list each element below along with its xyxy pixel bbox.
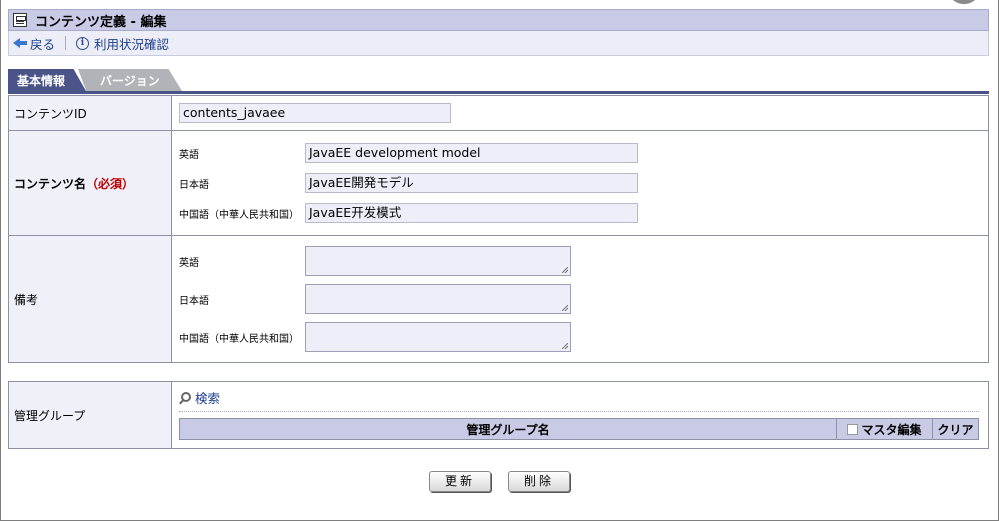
tab-bar: バージョン 基本情報 [8,69,989,91]
remarks-lang-english: 英語 [179,257,199,269]
back-arrow-icon [13,38,27,48]
remarks-label: 備考 [8,235,172,363]
document-icon [13,13,27,27]
tab-version[interactable]: バージョン [78,69,182,91]
toolbar-divider [65,36,67,50]
group-list-header: 管理グループ名 マスタ編集 クリア [179,418,979,440]
back-link[interactable]: 戻る [13,34,55,53]
group-search-link[interactable]: 検索 [179,383,987,411]
content-name-label: コンテンツ名 [14,176,87,191]
remarks-row-english: 英語 [179,242,987,280]
magnifier-icon [181,392,191,402]
remarks-row-chinese: 中国語（中華人民共和国） [179,318,987,356]
content-name-cell: 英語 JavaEE development model 日本語 JavaEE開発… [171,130,989,236]
usage-check-label: 利用状況確認 [94,36,170,52]
tab-basic-info[interactable]: 基本情報 [8,69,86,91]
toolbar: 戻る i 利用状況確認 [8,31,989,56]
name-row-japanese: 日本語 JavaEE開発モデル [179,168,987,198]
name-input-english[interactable]: JavaEE development model [305,143,638,163]
title-bar: コンテンツ定義 - 編集 [8,9,989,31]
name-input-japanese[interactable]: JavaEE開発モデル [305,173,638,193]
content-form: コンテンツID contents_javaee コンテンツ名（必須） 英語 Ja… [8,95,989,363]
remarks-cell: 英語 日本語 中国語（中華人民共和国） [171,235,989,363]
info-icon: i [76,36,90,50]
content-id-field[interactable]: contents_javaee [179,103,451,123]
page-title: コンテンツ定義 - 編集 [35,14,167,30]
lang-label-english: 英語 [179,149,199,161]
group-name-column-header: 管理グループ名 [180,419,837,439]
name-input-chinese[interactable]: JavaEE开发模式 [305,203,638,223]
update-button[interactable]: 更新 [429,471,491,492]
group-table: 管理グループ 検索 管理グループ名 マスタ編集 クリア [8,381,989,449]
name-row-english: 英語 JavaEE development model [179,138,987,168]
content-name-label-cell: コンテンツ名（必須） [8,130,172,236]
master-edit-column-header: マスタ編集 [837,419,933,439]
tab-version-label: バージョン [100,73,160,88]
tab-underline [8,91,989,94]
remarks-lang-chinese: 中国語（中華人民共和国） [179,333,299,345]
back-label: 戻る [30,36,56,52]
remarks-textarea-japanese[interactable] [305,284,571,314]
master-edit-label: マスタ編集 [861,422,922,437]
group-cell: 検索 管理グループ名 マスタ編集 クリア [171,381,989,449]
master-edit-checkbox[interactable] [847,423,859,435]
remarks-textarea-chinese[interactable] [305,322,571,352]
remarks-row-japanese: 日本語 [179,280,987,318]
group-search-label: 検索 [195,390,221,406]
lang-label-chinese: 中国語（中華人民共和国） [179,209,299,221]
clear-column-header[interactable]: クリア [933,419,978,439]
remarks-lang-japanese: 日本語 [179,295,209,307]
delete-button[interactable]: 削除 [508,471,570,492]
dotted-divider [179,411,979,412]
content-id-label: コンテンツID [8,95,172,131]
group-label: 管理グループ [8,381,172,449]
required-mark: （必須） [86,176,135,191]
remarks-textarea-english[interactable] [305,246,571,276]
tab-basic-info-label: 基本情報 [17,73,66,88]
usage-check-link[interactable]: i 利用状況確認 [76,34,169,53]
lang-label-japanese: 日本語 [179,179,209,191]
name-row-chinese: 中国語（中華人民共和国） JavaEE开发模式 [179,198,987,228]
content-id-cell: contents_javaee [171,95,989,131]
